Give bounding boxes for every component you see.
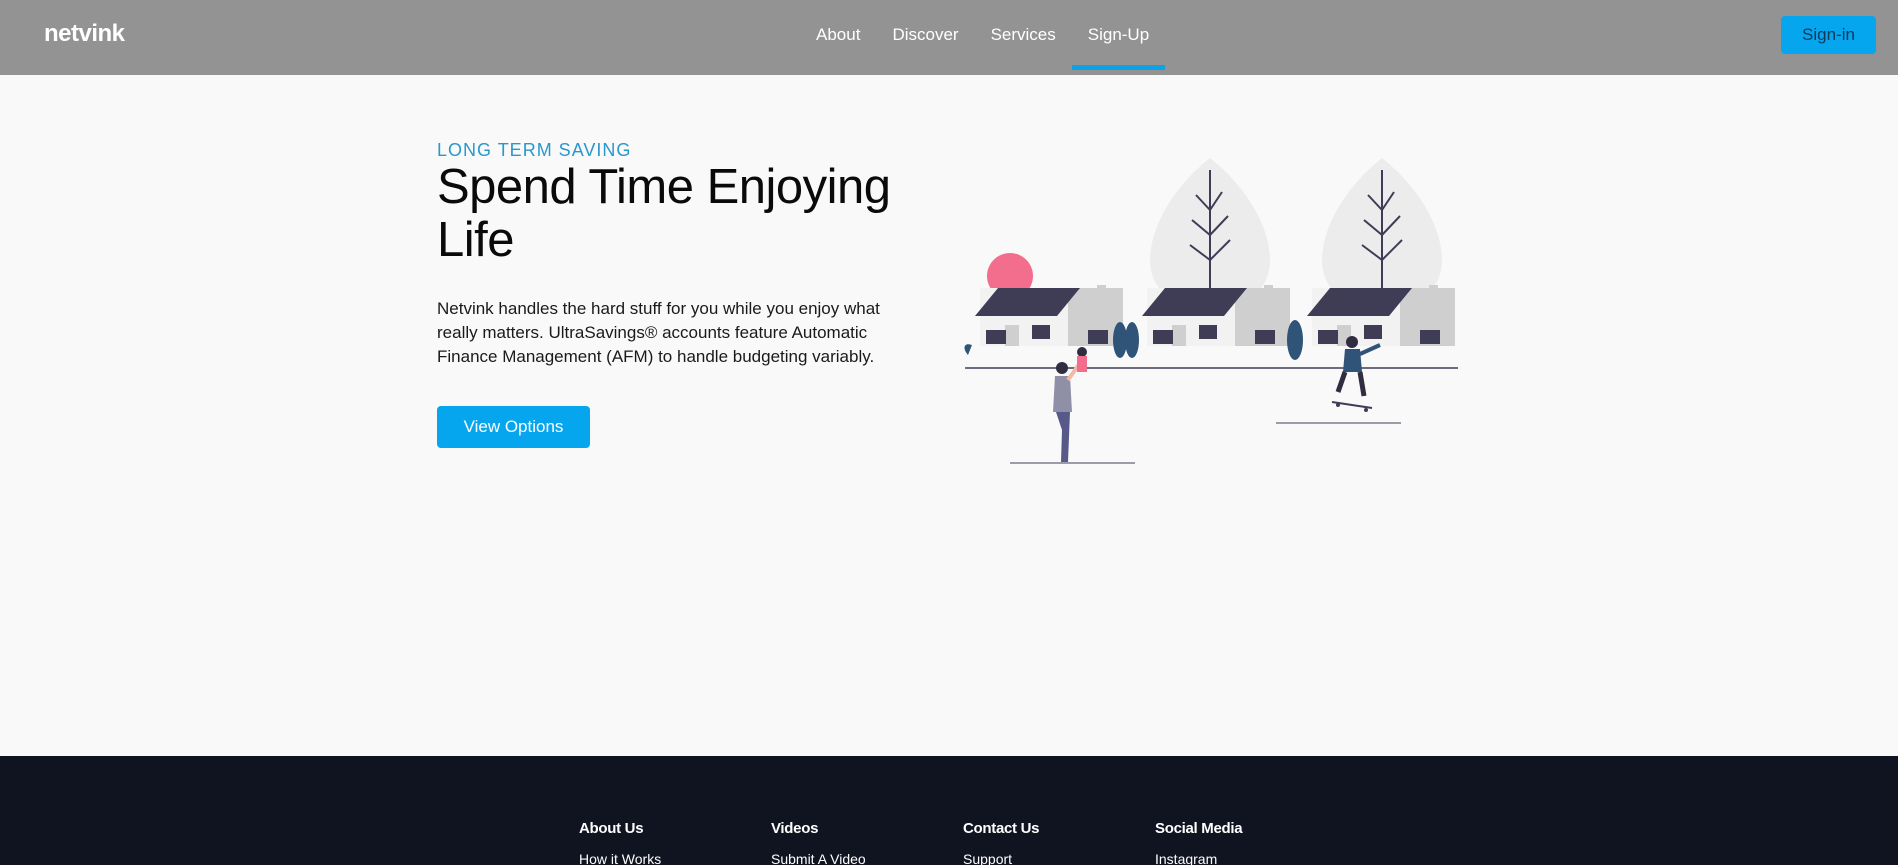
main-nav: About Discover Services Sign-Up: [800, 0, 1166, 75]
house-3: [1307, 285, 1455, 346]
house-2: [1142, 285, 1290, 346]
footer-col-social: Social Media Instagram: [1155, 820, 1347, 865]
footer-link-submit-video[interactable]: Submit A Video: [771, 851, 963, 865]
view-options-button[interactable]: View Options: [437, 406, 590, 448]
footer-link-how-it-works[interactable]: How it Works: [579, 851, 771, 865]
hero-description: Netvink handles the hard stuff for you w…: [437, 299, 880, 366]
sign-in-button[interactable]: Sign-in: [1781, 16, 1876, 54]
hero-headline: Spend Time Enjoying Life: [437, 160, 891, 267]
brand-logo[interactable]: netvink: [44, 20, 125, 48]
shrub-3: [1287, 320, 1303, 360]
house-1: [975, 285, 1123, 346]
houses-family-illustration: [964, 158, 1458, 464]
footer-col-videos: Videos Submit A Video: [771, 820, 963, 865]
footer-heading-social: Social Media: [1155, 820, 1243, 837]
footer-link-support[interactable]: Support: [963, 851, 1155, 865]
footer-heading-contact: Contact Us: [963, 820, 1040, 837]
footer-heading-about: About Us: [579, 820, 644, 837]
site-footer: About Us How it Works Videos Submit A Vi…: [0, 756, 1898, 865]
skateboarder: [1331, 336, 1381, 412]
shrub-1: [1113, 322, 1127, 358]
top-navbar: netvink About Discover Services Sign-Up …: [0, 0, 1898, 75]
nav-link-about[interactable]: About: [800, 0, 876, 70]
nav-link-services[interactable]: Services: [975, 0, 1072, 70]
footer-columns: About Us How it Works Videos Submit A Vi…: [579, 820, 1347, 865]
footer-heading-videos: Videos: [771, 820, 819, 837]
hero-section: LONG TERM SAVING Spend Time Enjoying Lif…: [437, 140, 937, 448]
nav-link-sign-up[interactable]: Sign-Up: [1071, 0, 1166, 70]
hero-eyebrow: LONG TERM SAVING: [437, 140, 632, 160]
footer-col-contact: Contact Us Support: [963, 820, 1155, 865]
footer-link-instagram[interactable]: Instagram: [1155, 851, 1347, 865]
parent-with-child: [1053, 347, 1087, 462]
shrub-2: [1125, 322, 1139, 358]
footer-col-about: About Us How it Works: [579, 820, 771, 865]
leaf-plant: [964, 344, 972, 355]
nav-link-discover[interactable]: Discover: [876, 0, 974, 70]
